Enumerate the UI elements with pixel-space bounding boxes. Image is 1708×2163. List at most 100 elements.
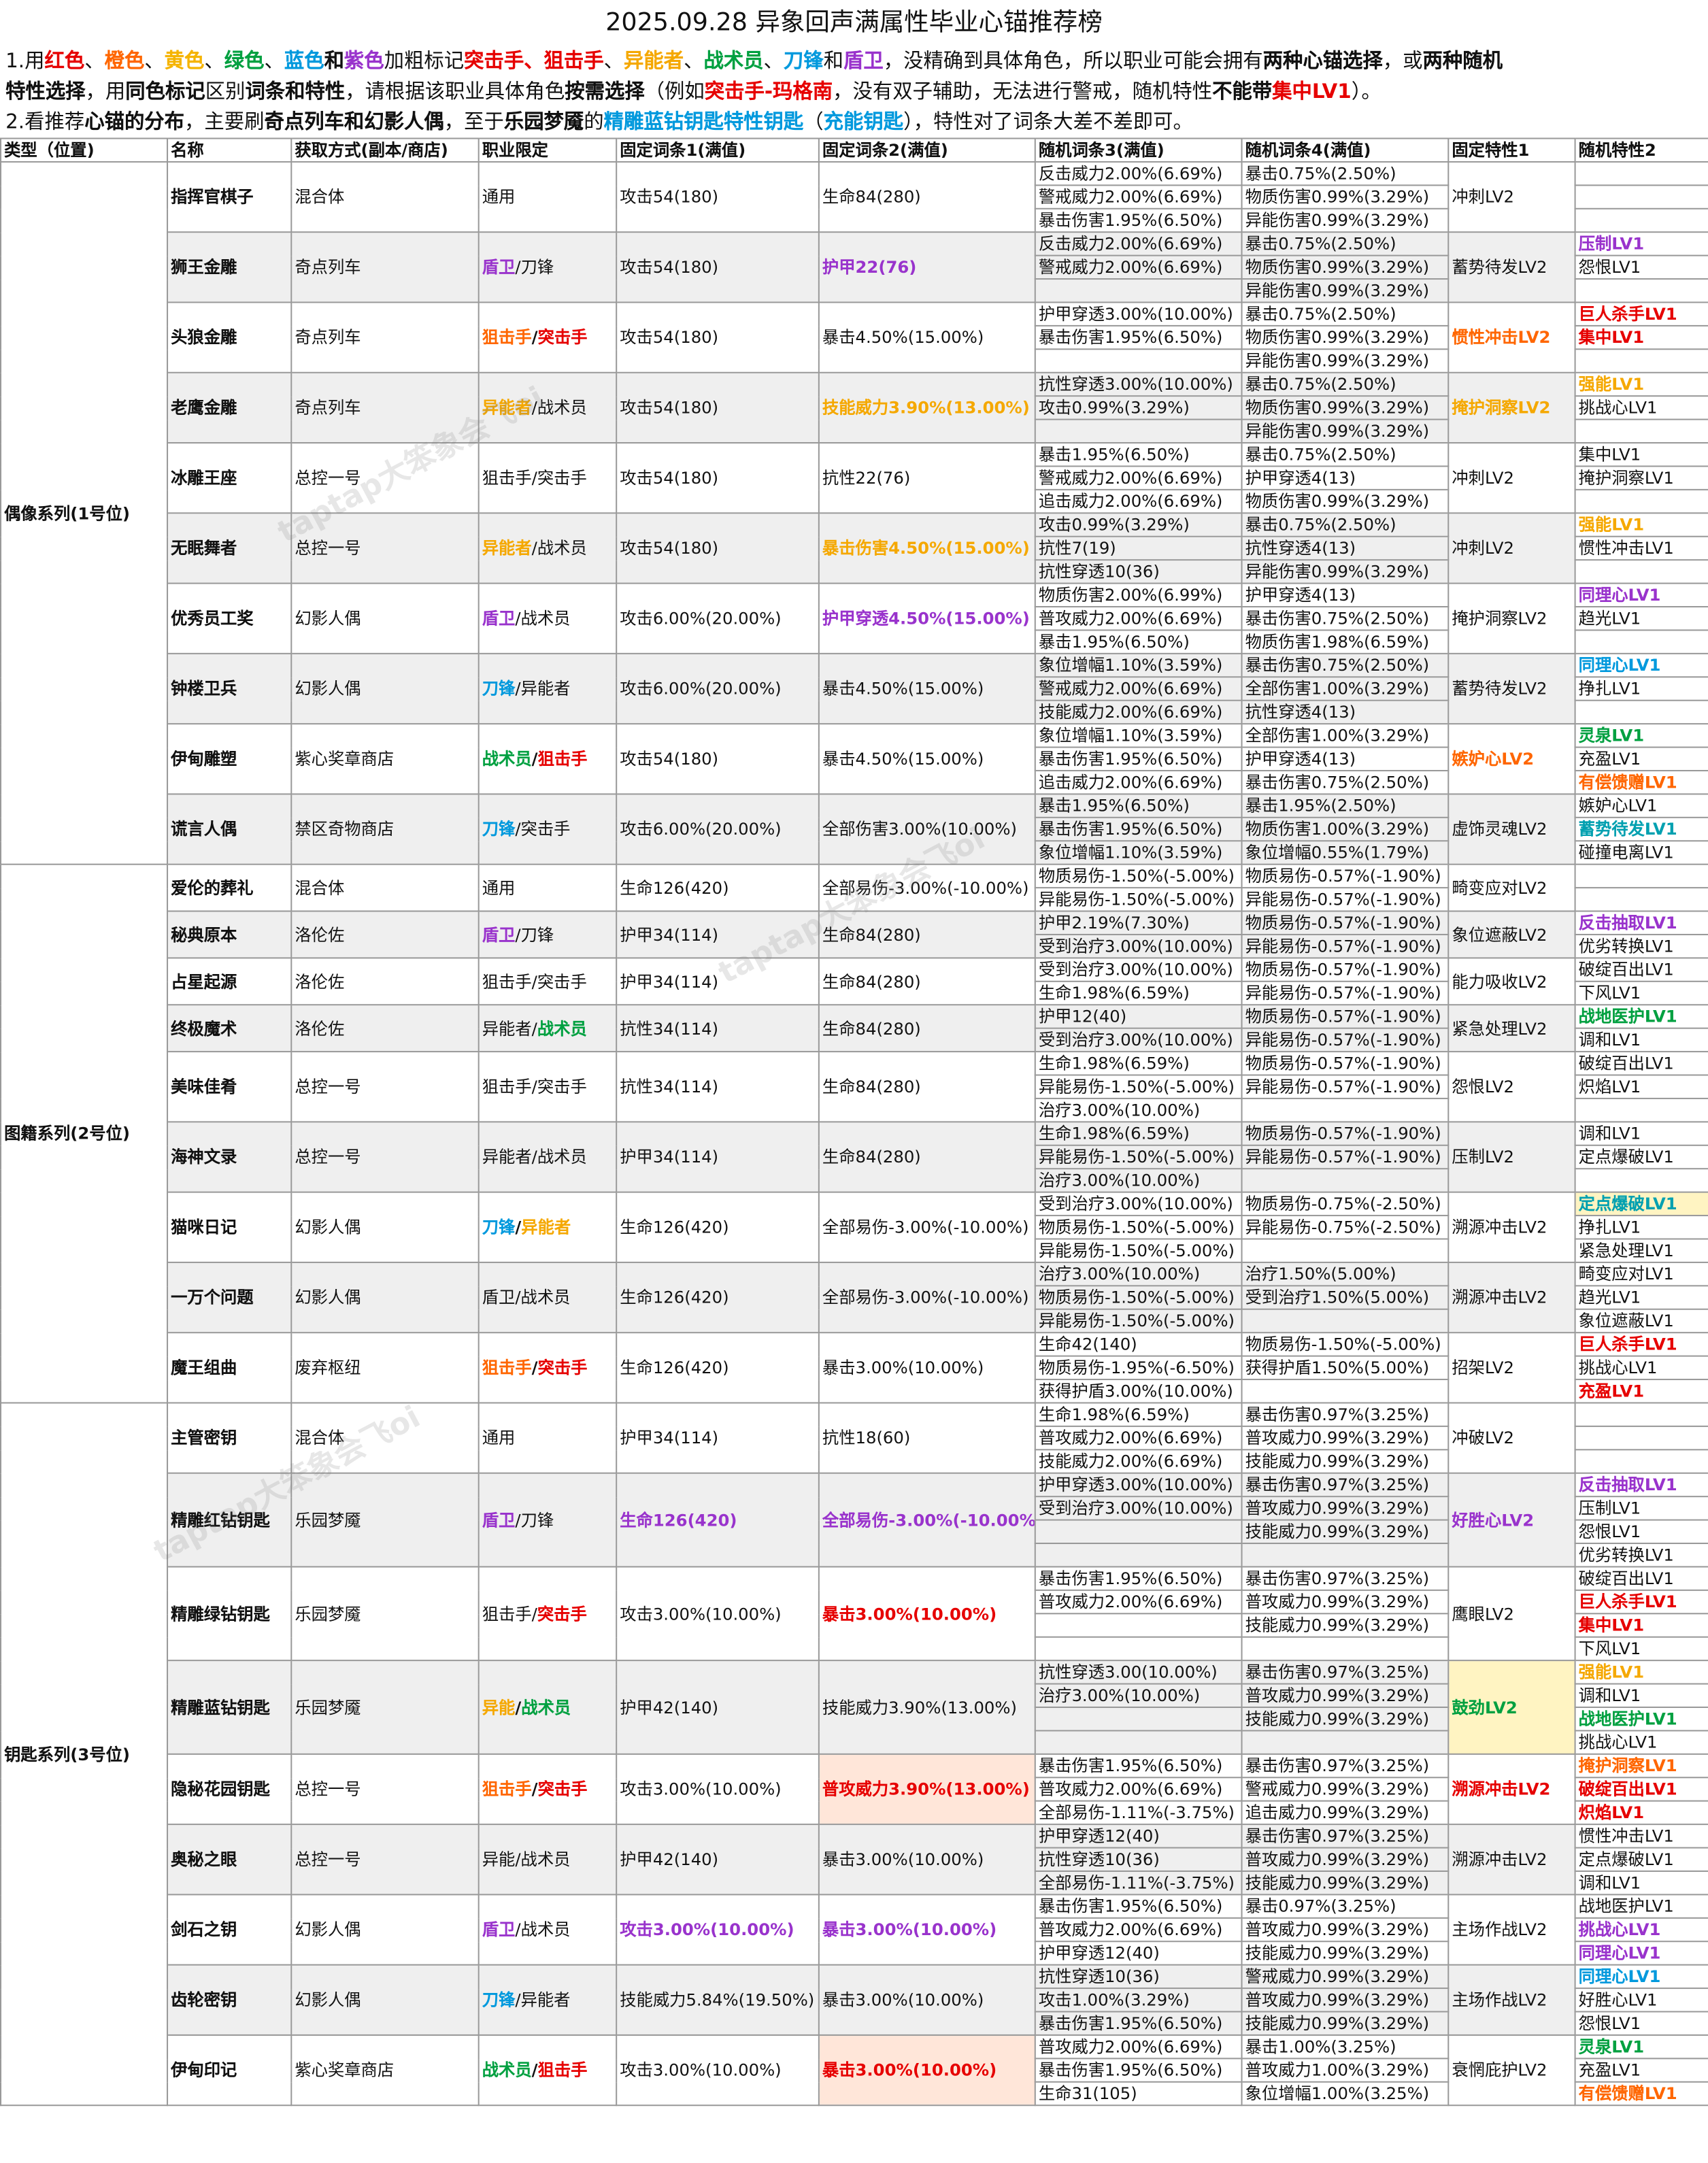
random-stat-cell: 生命1.98%(6.59%) [1034, 1402, 1243, 1427]
intro-text-segment: 奇点列车和幻影人偶 [264, 112, 444, 134]
random-trait-cell: 定点爆破LV1 [1574, 1847, 1708, 1872]
cell-text: 碰撞电离LV1 [1578, 843, 1674, 862]
cell-text: 刀锋 [482, 1990, 516, 2010]
column-header: 随机特性2 [1574, 137, 1708, 163]
cell-text: 衰惘庇护LV2 [1452, 2060, 1547, 2080]
random-stat-cell: 警戒威力2.00%(6.69%) [1034, 676, 1243, 701]
random-stat-cell [1034, 348, 1243, 373]
random-stat-cell [1241, 1168, 1450, 1193]
cell-text: 惯性冲击LV1 [1578, 1826, 1674, 1846]
random-trait-cell: 调和LV1 [1574, 1121, 1708, 1146]
random-stat-cell [1241, 1730, 1450, 1755]
cell-text: 掩护洞察LV1 [1578, 1756, 1677, 1776]
intro-text-segment: 按需选择 [565, 81, 645, 103]
intro-text-segment: 、 [84, 50, 105, 73]
intro-text-segment: 、 [204, 50, 224, 73]
intro-text-segment: 突击手-玛格南 [704, 81, 833, 103]
random-stat-cell: 暴击伤害1.95%(6.50%) [1034, 746, 1243, 772]
random-trait-cell [1574, 161, 1708, 186]
cell-text: 暴击1.95%(6.50%) [1038, 796, 1190, 816]
fixed-trait-cell: 鼓劲LV2 [1447, 1660, 1576, 1755]
cell-text: 警戒威力2.00%(6.69%) [1038, 257, 1223, 278]
random-trait-cell: 巨人杀手LV1 [1574, 301, 1708, 326]
cell-text: /战术员 [531, 398, 587, 418]
random-stat-cell: 异能伤害0.99%(3.29%) [1241, 348, 1450, 373]
random-stat-cell: 暴击1.95%(6.50%) [1034, 442, 1243, 467]
cell-text: 暴击伤害0.97%(3.25%) [1245, 1662, 1430, 1682]
anchor-name: 冰雕王座 [167, 442, 292, 514]
random-stat-cell: 异能易伤-1.50%(-5.00%) [1034, 1238, 1243, 1263]
column-header: 固定特性1 [1447, 137, 1576, 163]
random-trait-cell: 下风LV1 [1574, 980, 1708, 1006]
intro-text-segment: ，用 [85, 81, 126, 103]
cell-text: 抗性穿透4(13) [1245, 702, 1356, 722]
random-trait-cell: 掩护洞察LV1 [1574, 465, 1708, 490]
cell-text: 物质易伤-0.57%(-1.90%) [1245, 866, 1441, 886]
random-stat-cell: 物质易伤-0.57%(-1.90%) [1241, 1051, 1450, 1076]
fixed-stat-cell: 全部伤害3.00%(10.00%) [818, 793, 1036, 865]
random-stat-cell: 物质易伤-0.57%(-1.90%) [1241, 910, 1450, 935]
cell-text: 普攻威力2.00%(6.69%) [1038, 609, 1223, 628]
table-row: 精雕红钻钥匙 乐园梦魇 盾卫/刀锋 生命126(420) 全部易伤-3.00%(-10.… [1, 1472, 1708, 1568]
intro-text-segment: ）。 [1351, 81, 1382, 103]
cell-text: 战术员 [537, 1018, 587, 1038]
table-row: 齿轮密钥 幻影人偶 刀锋/异能者 技能威力5.84%(19.50%) 暴击3.00%(1… [1, 1964, 1708, 2036]
cell-text: 抗性穿透10(36) [1038, 1966, 1160, 1987]
fixed-stat-cell: 暴击4.50%(15.00%) [818, 652, 1036, 725]
random-trait-cell: 惯性冲击LV1 [1574, 535, 1708, 561]
cell-text: 物质伤害1.98%(6.59%) [1245, 632, 1430, 652]
random-stat-cell: 物质伤害0.99%(3.29%) [1241, 488, 1450, 514]
cell-text: 突击手 [537, 327, 588, 348]
fixed-stat-cell: 护甲22(76) [818, 231, 1036, 303]
random-stat-cell: 技能威力0.99%(3.29%) [1241, 1449, 1450, 1474]
intro-text-segment: 盾卫 [843, 50, 884, 73]
fixed-stat-cell: 技能威力3.90%(13.00%) [818, 371, 1036, 444]
fixed-trait-cell: 蓄势待发LV2 [1447, 231, 1576, 303]
cell-text: 生命84(280) [822, 971, 921, 991]
random-stat-cell: 受到治疗3.00%(10.00%) [1034, 957, 1243, 982]
random-stat-cell [1034, 1706, 1243, 1732]
cell-text: 主场作战LV2 [1452, 1990, 1547, 2010]
cell-text: 全部易伤-3.00%(-10.00%) [822, 1510, 1035, 1530]
cell-text: 追击威力2.00%(6.69%) [1038, 773, 1223, 792]
cell-text: 同理心LV1 [1578, 1966, 1661, 1987]
cell-text: 生命126(420) [620, 1288, 729, 1307]
random-trait-cell: 畸变应对LV1 [1574, 1261, 1708, 1287]
random-stat-cell: 普攻威力0.99%(3.29%) [1241, 1496, 1450, 1521]
table-row: 海神文录 总控一号 异能者/战术员 护甲34(114) 生命84(280) 生命1.98%… [1, 1121, 1708, 1193]
cell-text: 同理心LV1 [1578, 655, 1661, 675]
random-stat-cell: 受到治疗3.00%(10.00%) [1034, 1027, 1243, 1053]
cell-text: 虚饰灵魂LV2 [1452, 819, 1547, 839]
cell-text: 蓄势待发LV2 [1452, 257, 1547, 278]
intro-line-1: 1.用红色、橙色、黄色、绿色、蓝色和紫色加粗标记突击手、狙击手、异能者、战术员、… [5, 47, 1703, 78]
random-stat-cell: 暴击0.75%(2.50%) [1241, 442, 1450, 467]
random-stat-cell: 技能威力0.99%(3.29%) [1241, 1519, 1450, 1545]
cell-text: /突击手 [515, 819, 571, 839]
source-cell: 总控一号 [290, 442, 480, 514]
cell-text: 暴击伤害0.97%(3.25%) [1245, 1475, 1430, 1495]
cell-text: 紧急处理LV1 [1578, 1241, 1674, 1260]
random-trait-cell [1574, 1097, 1708, 1123]
cell-text: 异能伤害0.99%(3.29%) [1245, 562, 1430, 582]
random-stat-cell: 暴击0.75%(2.50%) [1241, 512, 1450, 537]
random-stat-cell: 象位增幅1.10%(3.59%) [1034, 840, 1243, 865]
random-stat-cell: 攻击1.00%(3.29%) [1034, 1988, 1243, 2013]
fixed-stat-cell: 暴击3.00%(10.00%) [818, 1894, 1036, 1966]
random-stat-cell [1034, 1730, 1243, 1755]
cell-text: 物质易伤-0.57%(-1.90%) [1245, 1007, 1441, 1026]
cell-text: 异能者 [482, 538, 532, 558]
fixed-stat-cell: 护甲42(140) [616, 1660, 820, 1755]
cell-text: 怨恨LV1 [1578, 2013, 1641, 2033]
anchor-name: 隐秘花园钥匙 [167, 1753, 292, 1826]
table-row: 剑石之钥 幻影人偶 盾卫/战术员 攻击3.00%(10.00%) 暴击3.00%(10.… [1, 1894, 1708, 1966]
cell-text: 普攻威力2.00%(6.69%) [1038, 1592, 1223, 1612]
column-header: 名称 [167, 137, 292, 163]
random-stat-cell: 物质伤害2.00%(6.99%) [1034, 582, 1243, 608]
random-stat-cell: 治疗1.50%(5.00%) [1241, 1261, 1450, 1287]
cell-text: 抗性穿透4(13) [1245, 538, 1356, 558]
fixed-stat-cell: 攻击54(180) [616, 301, 820, 373]
random-trait-cell: 怨恨LV1 [1574, 1519, 1708, 1545]
page-title: 2025.09.28 异象回声满属性毕业心锚推荐榜 [605, 8, 1103, 37]
random-trait-cell: 掩护洞察LV1 [1574, 1753, 1708, 1779]
class-cell: 盾卫/战术员 [478, 1261, 618, 1334]
